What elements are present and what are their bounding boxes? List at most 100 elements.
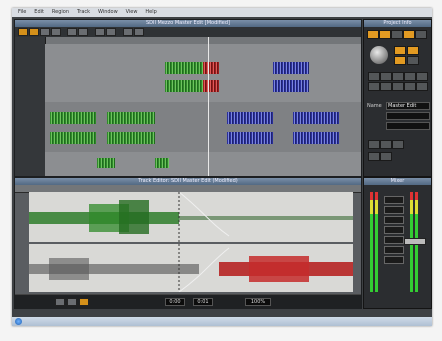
panel-button[interactable] xyxy=(368,72,380,81)
panel-button[interactable] xyxy=(394,56,406,65)
play-icon[interactable] xyxy=(55,298,65,306)
transport-bar: 0:00 0:01 100% xyxy=(15,294,361,309)
audio-clip[interactable] xyxy=(273,62,309,74)
audio-clip[interactable] xyxy=(165,62,203,74)
length-field[interactable]: 0:01 xyxy=(193,298,213,306)
audio-clip[interactable] xyxy=(107,132,155,144)
panel-button[interactable] xyxy=(416,72,428,81)
panel-button[interactable] xyxy=(392,140,404,149)
audio-clip[interactable] xyxy=(203,62,219,74)
record-icon[interactable] xyxy=(79,298,89,306)
editor-window-title: Track Editor: SDII Master Edit (Modified… xyxy=(15,178,361,185)
panel-button[interactable] xyxy=(407,46,419,55)
panel-button[interactable] xyxy=(416,82,428,91)
panel-button[interactable] xyxy=(404,72,416,81)
taskbar xyxy=(12,317,432,326)
audio-clip[interactable] xyxy=(155,158,169,168)
stop-icon[interactable] xyxy=(67,298,77,306)
mixer-panel-title: Mixer xyxy=(364,178,431,185)
playhead[interactable] xyxy=(208,37,209,176)
position-field[interactable]: 0:00 xyxy=(165,298,185,306)
panel-button[interactable] xyxy=(403,30,415,39)
menu-track[interactable]: Track xyxy=(77,8,90,17)
tool-select-button[interactable] xyxy=(18,28,28,36)
menu-help[interactable]: Help xyxy=(145,8,156,17)
panel-button[interactable] xyxy=(415,30,427,39)
track-lane-3[interactable] xyxy=(45,152,361,176)
editor-window: Track Editor: SDII Master Edit (Modified… xyxy=(14,177,362,309)
knob-icon[interactable] xyxy=(370,46,388,64)
tool-range-button[interactable] xyxy=(29,28,39,36)
menu-view[interactable]: View xyxy=(126,8,138,17)
panel-button[interactable] xyxy=(368,82,380,91)
level-meter xyxy=(370,192,373,292)
grey-waveform xyxy=(29,258,199,280)
info-field[interactable] xyxy=(386,112,430,120)
panel-button[interactable] xyxy=(380,152,392,161)
zoom-field[interactable]: 100% xyxy=(245,298,271,306)
panel-button[interactable] xyxy=(368,152,380,161)
mixer-strip-button[interactable] xyxy=(384,206,404,214)
panel-button[interactable] xyxy=(367,30,379,39)
panel-button[interactable] xyxy=(394,46,406,55)
fader-handle[interactable] xyxy=(404,238,426,245)
audio-clip[interactable] xyxy=(203,80,219,92)
tool-split-button[interactable] xyxy=(40,28,50,36)
tool-gain-button[interactable] xyxy=(78,28,88,36)
track-lane-2[interactable] xyxy=(45,102,361,152)
tool-fade-button[interactable] xyxy=(67,28,77,36)
info-field[interactable] xyxy=(386,122,430,130)
mixer-panel: Mixer xyxy=(363,177,432,309)
menu-region[interactable]: Region xyxy=(52,8,69,17)
audio-clip[interactable] xyxy=(227,132,273,144)
audio-clip[interactable] xyxy=(293,132,339,144)
audio-clip[interactable] xyxy=(97,158,115,168)
menu-file[interactable]: File xyxy=(18,8,26,17)
panel-button[interactable] xyxy=(404,82,416,91)
mixer-strip-button[interactable] xyxy=(384,196,404,204)
panel-button[interactable] xyxy=(380,72,392,81)
arrange-window: SDII Mezzo Master Edit [Modified] xyxy=(14,19,362,177)
panel-button[interactable] xyxy=(368,140,380,149)
panel-button[interactable] xyxy=(391,30,403,39)
waveform-svg xyxy=(29,192,353,292)
green-waveform xyxy=(29,200,353,234)
arrange-window-title: SDII Mezzo Master Edit [Modified] xyxy=(15,20,361,27)
mixer-strip-button[interactable] xyxy=(384,236,404,244)
audio-clip[interactable] xyxy=(50,112,96,124)
panel-button[interactable] xyxy=(392,72,404,81)
mixer-strip-button[interactable] xyxy=(384,246,404,254)
audio-clip[interactable] xyxy=(165,80,203,92)
tool-loop-button[interactable] xyxy=(123,28,133,36)
track-headers xyxy=(15,37,46,176)
mixer-strip-button[interactable] xyxy=(384,256,404,264)
panel-button[interactable] xyxy=(407,56,419,65)
audio-clip[interactable] xyxy=(227,112,273,124)
mixer-strip-button[interactable] xyxy=(384,226,404,234)
menu-edit[interactable]: Edit xyxy=(34,8,44,17)
panel-button[interactable] xyxy=(380,82,392,91)
desktop-screen: File Edit Region Track Window View Help … xyxy=(12,8,432,326)
panel-button[interactable] xyxy=(392,82,404,91)
tool-grid-button[interactable] xyxy=(106,28,116,36)
menu-window[interactable]: Window xyxy=(98,8,118,17)
mixer-strip-button[interactable] xyxy=(384,216,404,224)
crossfade-curve xyxy=(178,192,230,292)
project-panel: Project Info Name Master Edit xyxy=(363,19,432,177)
tool-marker-button[interactable] xyxy=(134,28,144,36)
menu-bar: File Edit Region Track Window View Help xyxy=(12,8,432,17)
field-label: Name xyxy=(367,103,382,109)
project-panel-title: Project Info xyxy=(364,20,431,27)
tool-zoom-button[interactable] xyxy=(51,28,61,36)
name-field[interactable]: Master Edit xyxy=(386,102,430,110)
level-meter xyxy=(375,192,378,292)
panel-button[interactable] xyxy=(379,30,391,39)
audio-clip[interactable] xyxy=(50,132,96,144)
audio-clip[interactable] xyxy=(293,112,339,124)
tool-snap-button[interactable] xyxy=(95,28,105,36)
audio-clip[interactable] xyxy=(107,112,155,124)
panel-button[interactable] xyxy=(380,140,392,149)
audio-clip[interactable] xyxy=(273,80,309,92)
windows-start-icon[interactable] xyxy=(15,318,22,325)
red-waveform xyxy=(219,256,353,282)
